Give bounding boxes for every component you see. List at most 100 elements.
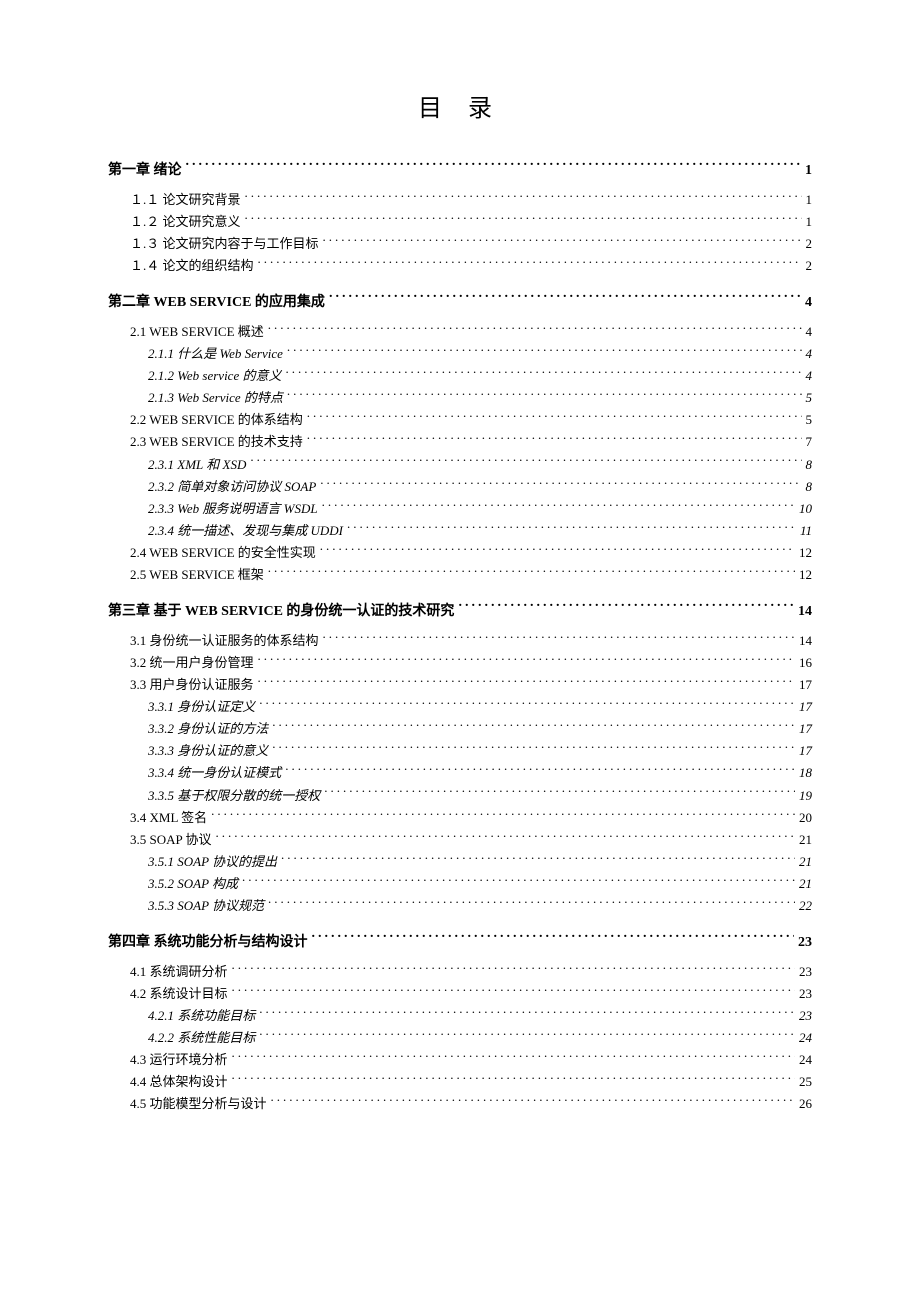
toc-page: 17 bbox=[799, 718, 812, 740]
toc-label: 3.5 SOAP 协议 bbox=[130, 829, 212, 851]
toc-entry-section: 3.1 身份统一认证服务的体系结构14 bbox=[130, 630, 812, 652]
toc-page: 23 bbox=[799, 983, 812, 1005]
toc-leader bbox=[232, 1073, 795, 1086]
toc-leader bbox=[271, 1095, 795, 1108]
toc-page: 11 bbox=[800, 520, 812, 542]
toc-label: 3.3.2 身份认证的方法 bbox=[148, 718, 268, 740]
toc-label: 2.2 WEB SERVICE 的体系结构 bbox=[130, 409, 303, 431]
toc-page: 17 bbox=[799, 696, 812, 718]
toc-entry-chapter: 第二章 WEB SERVICE 的应用集成4 bbox=[108, 291, 812, 315]
toc-leader bbox=[347, 522, 796, 535]
toc-entry-chapter: 第四章 系统功能分析与结构设计 23 bbox=[108, 931, 812, 955]
toc-label: 3.3.1 身份认证定义 bbox=[148, 696, 255, 718]
toc-leader bbox=[211, 809, 795, 822]
toc-label: 2.3.2 简单对象访问协议 SOAP bbox=[148, 476, 316, 498]
toc-entry-section: 3.5 SOAP 协议 21 bbox=[130, 829, 812, 851]
toc-entry-sub: 2.1.2 Web service 的意义4 bbox=[148, 365, 812, 387]
toc-label: 2.3.3 Web 服务说明语言 WSDL bbox=[148, 498, 318, 520]
toc-label: 2.1 WEB SERVICE 概述 bbox=[130, 321, 264, 343]
toc-entry-section: 4.1 系统调研分析23 bbox=[130, 961, 812, 983]
toc-page: 2 bbox=[806, 255, 813, 277]
toc-page: 10 bbox=[799, 498, 812, 520]
toc-entry-chapter: 第一章 绪论1 bbox=[108, 159, 812, 183]
toc-leader bbox=[329, 292, 801, 306]
toc-page: 1 bbox=[806, 189, 813, 211]
toc-leader bbox=[232, 1051, 795, 1064]
toc-label: 4.2.1 系统功能目标 bbox=[148, 1005, 255, 1027]
toc-leader bbox=[232, 985, 795, 998]
toc-entry-section: １.４ 论文的组织结构 2 bbox=[130, 255, 812, 277]
toc-page: 21 bbox=[799, 873, 812, 895]
toc-label: 2.1.1 什么是 Web Service bbox=[148, 343, 283, 365]
toc-leader bbox=[268, 323, 802, 336]
toc-page: 21 bbox=[799, 829, 812, 851]
toc-page: 7 bbox=[806, 431, 813, 453]
toc-label: １.１ 论文研究背景 bbox=[130, 189, 241, 211]
toc-label: 4.4 总体架构设计 bbox=[130, 1071, 228, 1093]
toc-entry-sub: 3.3.2 身份认证的方法 17 bbox=[148, 718, 812, 740]
toc-entry-section: 4.2 系统设计目标 23 bbox=[130, 983, 812, 1005]
toc-page: 1 bbox=[805, 159, 812, 183]
toc-leader bbox=[232, 963, 795, 976]
toc-label: 第四章 系统功能分析与结构设计 bbox=[108, 931, 308, 955]
toc-page: 17 bbox=[799, 740, 812, 762]
toc-label: 2.3.4 统一描述、发现与集成 UDDI bbox=[148, 520, 343, 542]
toc-page: 14 bbox=[798, 600, 812, 624]
toc-page: 21 bbox=[799, 851, 812, 873]
toc-page: 4 bbox=[806, 343, 813, 365]
toc-leader bbox=[285, 367, 801, 380]
toc-page: 23 bbox=[799, 1005, 812, 1027]
toc-entry-sub: 2.3.1 XML 和 XSD8 bbox=[148, 454, 812, 476]
toc-page: 16 bbox=[799, 652, 812, 674]
toc-leader bbox=[324, 787, 795, 800]
toc-entry-section: 2.1 WEB SERVICE 概述4 bbox=[130, 321, 812, 343]
toc-page: 2 bbox=[806, 233, 813, 255]
toc-page: 12 bbox=[799, 564, 812, 586]
toc-label: １.３ 论文研究内容于与工作目标 bbox=[130, 233, 319, 255]
toc-entry-section: 2.4 WEB SERVICE 的安全性实现12 bbox=[130, 542, 812, 564]
toc-page: 20 bbox=[799, 807, 812, 829]
toc-leader bbox=[258, 654, 795, 667]
toc-label: 2.3 WEB SERVICE 的技术支持 bbox=[130, 431, 303, 453]
toc-label: 4.1 系统调研分析 bbox=[130, 961, 228, 983]
toc-page: 4 bbox=[805, 291, 812, 315]
toc-leader bbox=[285, 764, 795, 777]
toc-entry-section: 3.2 统一用户身份管理16 bbox=[130, 652, 812, 674]
toc-page: 22 bbox=[799, 895, 812, 917]
toc-label: 3.3 用户身份认证服务 bbox=[130, 674, 254, 696]
toc-page: 23 bbox=[798, 931, 812, 955]
toc-leader bbox=[458, 601, 794, 615]
toc-leader bbox=[312, 932, 795, 946]
toc-leader bbox=[259, 698, 795, 711]
toc-page: 24 bbox=[799, 1027, 812, 1049]
toc-entry-section: 2.3 WEB SERVICE 的技术支持 7 bbox=[130, 431, 812, 453]
toc-leader bbox=[307, 433, 802, 446]
toc-label: 2.1.2 Web service 的意义 bbox=[148, 365, 281, 387]
toc-page: 26 bbox=[799, 1093, 812, 1115]
toc-entry-sub: 2.3.2 简单对象访问协议 SOAP8 bbox=[148, 476, 812, 498]
toc-entry-sub: 3.3.1 身份认证定义 17 bbox=[148, 696, 812, 718]
toc-label: １.２ 论文研究意义 bbox=[130, 211, 241, 233]
toc-leader bbox=[287, 345, 802, 358]
page-title: 目 录 bbox=[108, 88, 812, 123]
toc-entry-section: 2.5 WEB SERVICE 框架12 bbox=[130, 564, 812, 586]
toc-leader bbox=[242, 875, 795, 888]
toc-entry-sub: 4.2.2 系统性能目标24 bbox=[148, 1027, 812, 1049]
toc-label: 2.3.1 XML 和 XSD bbox=[148, 454, 246, 476]
toc-leader bbox=[272, 720, 795, 733]
toc-entry-sub: 3.5.3 SOAP 协议规范22 bbox=[148, 895, 812, 917]
toc-label: 4.5 功能模型分析与设计 bbox=[130, 1093, 267, 1115]
toc-leader bbox=[258, 257, 802, 270]
toc-page: 25 bbox=[799, 1071, 812, 1093]
toc-label: 4.2 系统设计目标 bbox=[130, 983, 228, 1005]
toc-entry-section: 2.2 WEB SERVICE 的体系结构 5 bbox=[130, 409, 812, 431]
toc-page: 5 bbox=[806, 409, 813, 431]
toc-label: １.４ 论文的组织结构 bbox=[130, 255, 254, 277]
toc-entry-section: １.１ 论文研究背景 1 bbox=[130, 189, 812, 211]
toc-entry-sub: 3.5.1 SOAP 协议的提出21 bbox=[148, 851, 812, 873]
toc-label: 4.3 运行环境分析 bbox=[130, 1049, 228, 1071]
toc-leader bbox=[281, 853, 795, 866]
toc-leader bbox=[320, 478, 801, 491]
toc-leader bbox=[287, 389, 802, 402]
toc-leader bbox=[268, 897, 795, 910]
